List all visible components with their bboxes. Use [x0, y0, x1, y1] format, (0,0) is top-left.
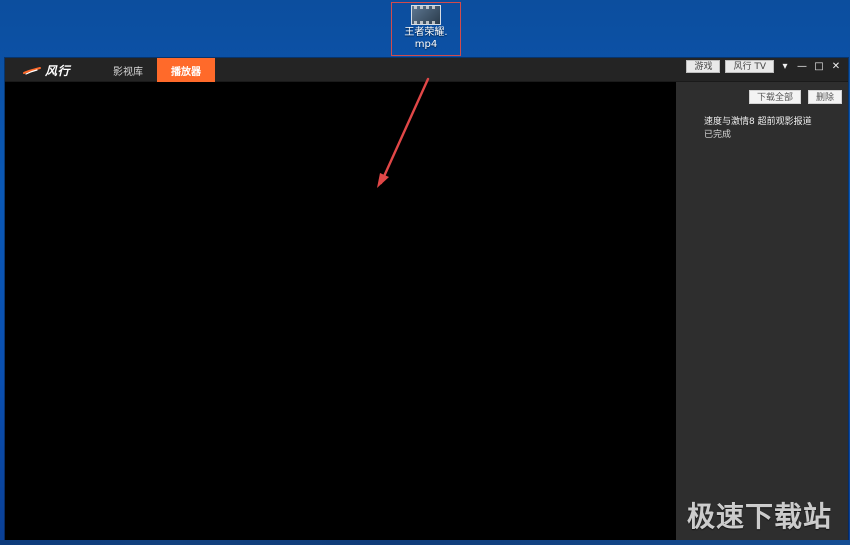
- sidebar-actions: 下载全部 删除: [748, 90, 842, 104]
- logo-text: 风行: [45, 63, 71, 78]
- watermark-text: 极速下载站: [686, 501, 832, 532]
- download-sidebar: 下载全部 删除 速度与激情8 超前观影报道 已完成: [676, 82, 848, 540]
- close-icon[interactable]: ✕: [830, 61, 842, 73]
- tab-player[interactable]: 播放器: [157, 58, 215, 82]
- minimize-icon[interactable]: —: [796, 61, 808, 73]
- tab-library[interactable]: 影视库: [99, 58, 157, 82]
- games-button[interactable]: 游戏: [686, 60, 721, 73]
- desktop-file-icon[interactable]: 王者荣耀. mp4: [391, 2, 461, 56]
- titlebar-right-controls: 游戏 风行 TV ▾ — □ ✕: [686, 60, 842, 73]
- desktop-file-caption: 王者荣耀. mp4: [404, 27, 448, 50]
- video-file-thumbnail-icon: [411, 5, 441, 25]
- video-drop-area[interactable]: [5, 82, 676, 540]
- download-list-item[interactable]: 速度与激情8 超前观影报道 已完成: [704, 116, 836, 141]
- download-item-status: 已完成: [704, 130, 732, 140]
- delete-button[interactable]: 删除: [807, 90, 842, 104]
- maximize-icon[interactable]: □: [813, 61, 825, 73]
- dropdown-icon[interactable]: ▾: [779, 61, 791, 73]
- titlebar: 风行 影视库 播放器 游戏 风行 TV ▾ — □ ✕: [5, 58, 848, 82]
- fengxing-tv-button[interactable]: 风行 TV: [725, 60, 774, 73]
- taskbar-hint: [0, 540, 850, 545]
- app-logo: 风行: [23, 62, 70, 78]
- wind-logo-icon: [23, 67, 41, 75]
- main-tabs: 影视库 播放器: [99, 58, 215, 82]
- download-all-button[interactable]: 下载全部: [748, 90, 801, 104]
- video-player-window: 风行 影视库 播放器 游戏 风行 TV ▾ — □ ✕ 下载全部 删除 速度与激…: [5, 58, 848, 540]
- download-item-title: 速度与激情8 超前观影报道: [704, 117, 812, 127]
